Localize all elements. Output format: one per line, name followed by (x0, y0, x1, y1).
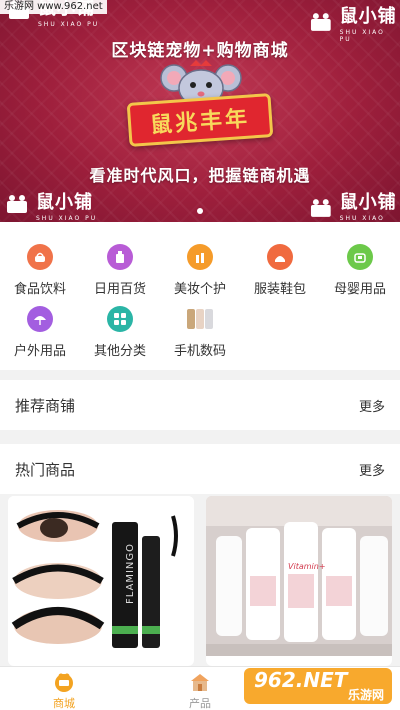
banner-logo-sub: SHU XIAO PU (339, 215, 385, 222)
category-label: 服装鞋包 (253, 282, 306, 297)
banner-logo-sub: SHU XIAO PU (38, 21, 100, 28)
mall-icon (55, 673, 73, 692)
tab-products[interactable]: 产品 (160, 671, 240, 710)
category-label: 食品饮料 (13, 282, 66, 297)
site-watermark: 乐游网 www.962.net (0, 0, 107, 14)
recommended-shops-header: 推荐商铺 更多 (0, 380, 400, 430)
category-outdoor[interactable]: 户外用品 (0, 306, 80, 366)
tab-label: 产品 (189, 697, 211, 710)
carousel-dot[interactable] (197, 208, 203, 214)
category-label: 其他分类 (93, 344, 146, 359)
cart-icon (310, 12, 331, 31)
product-card[interactable]: Vitamin+ (206, 496, 392, 666)
tab-label: 商城 (53, 697, 75, 710)
product-image-mascara: FLAMINGO (8, 496, 194, 656)
category-label: 日用百货 (93, 282, 146, 297)
product-card[interactable]: FLAMINGO (8, 496, 194, 666)
banner-logo-bottom-left: 鼠小铺 SHU XIAO PU (4, 188, 97, 222)
category-label: 手机数码 (173, 344, 226, 359)
section-title: 热门商品 (15, 460, 76, 479)
category-baby[interactable]: 母婴用品 (320, 244, 400, 304)
clothing-icon (267, 244, 293, 270)
hot-more-link[interactable]: 更多 (359, 460, 385, 479)
product-image-lotion: Vitamin+ (206, 496, 392, 656)
category-clothing[interactable]: 服装鞋包 (240, 244, 320, 304)
product-image-text: FLAMINGO (125, 542, 137, 605)
category-food[interactable]: 食品饮料 (0, 244, 80, 304)
category-label: 户外用品 (13, 344, 66, 359)
cosmetics-icon (187, 244, 213, 270)
baby-icon (347, 244, 373, 270)
recommended-more-link[interactable]: 更多 (359, 396, 385, 415)
product-list: FLAMINGO Vitamin+ (0, 488, 400, 666)
mascara-image (11, 510, 178, 648)
app-page: 鼠小铺SHU XIAO PU 鼠小铺SHU XIAO PU 鼠小铺SHU XIA… (0, 0, 400, 710)
grid-icon (107, 306, 133, 332)
promo-banner[interactable]: 鼠小铺SHU XIAO PU 鼠小铺SHU XIAO PU 鼠小铺SHU XIA… (0, 0, 400, 222)
daily-goods-icon (107, 244, 133, 270)
category-phone[interactable]: 手机数码 (160, 306, 240, 366)
banner-logo-sub: SHU XIAO PU (36, 215, 98, 222)
section-title: 推荐商铺 (15, 396, 76, 415)
brandmark-sub: 乐游网 (347, 688, 384, 702)
brandmark-text: 962.NET (254, 668, 348, 692)
banner-logo-name: 鼠小铺 (339, 6, 397, 27)
food-icon (27, 244, 53, 270)
category-other[interactable]: 其他分类 (80, 306, 160, 366)
category-label: 母婴用品 (333, 282, 386, 297)
tab-mall[interactable]: 商城 (24, 671, 104, 710)
carousel-indicator (0, 208, 400, 214)
banner-logo-bottom-right: 鼠小铺SHU XIAO PU (308, 188, 400, 222)
category-daily-goods[interactable]: 日用百货 (80, 244, 160, 304)
category-label: 美妆个护 (173, 282, 226, 297)
outdoor-icon (27, 306, 53, 332)
banner-headline-bottom: 看准时代风口，把握链商机遇 (89, 166, 311, 185)
product-image-text: Vitamin+ (288, 562, 326, 571)
category-cosmetics[interactable]: 美妆个护 (160, 244, 240, 304)
lotion-image (206, 496, 392, 656)
hot-products-header: 热门商品 更多 (0, 444, 400, 494)
category-grid: 食品饮料 日用百货 美妆个护 服装鞋包 母婴用品 户外用品 其他分类 手机数码 (0, 222, 400, 370)
site-brandmark: 962.NET 乐游网 (244, 664, 394, 706)
phone-icon (185, 306, 215, 332)
product-house-icon (191, 674, 209, 691)
